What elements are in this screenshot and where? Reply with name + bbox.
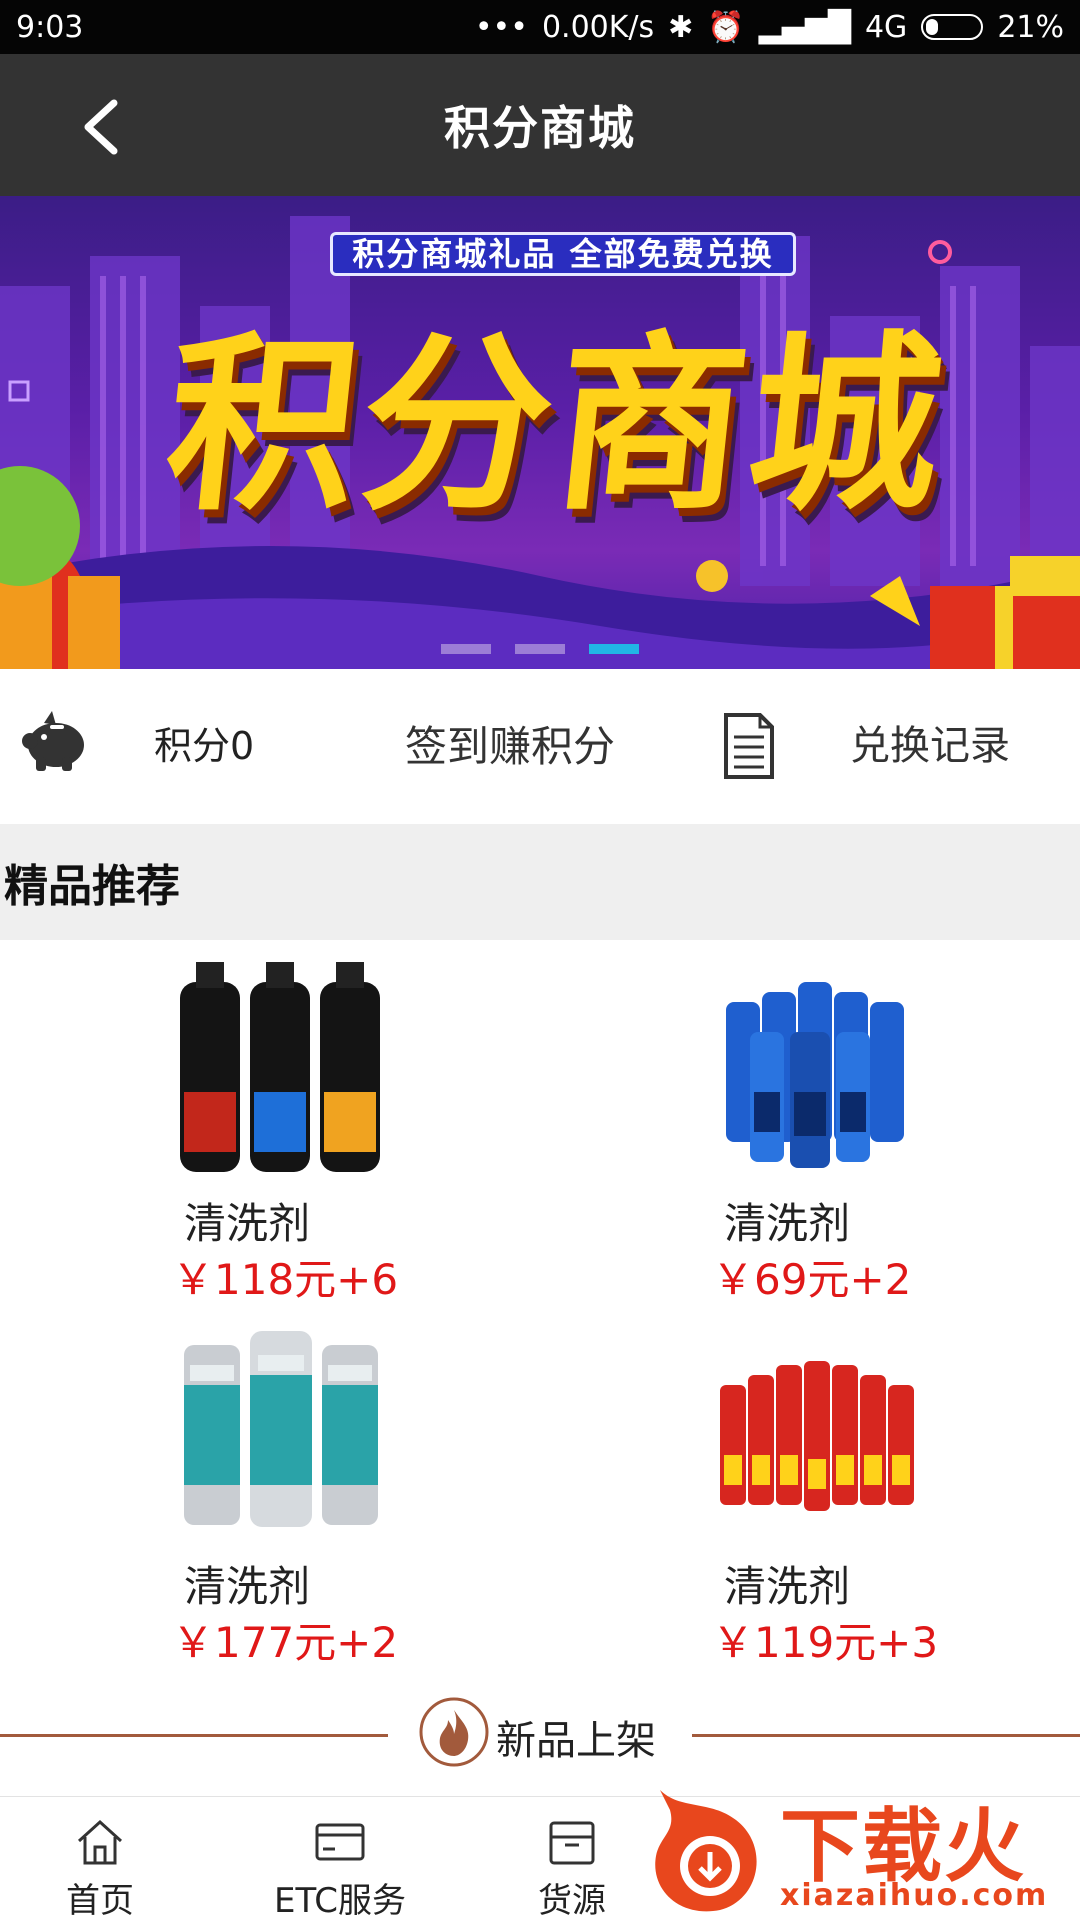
points-balance: 积分0 (154, 724, 255, 768)
alarm-icon: ⏰ (707, 9, 745, 45)
product-name: 清洗剂 (184, 1199, 311, 1248)
carousel-dot[interactable] (515, 644, 565, 654)
product-price: ￥69元+2 (712, 1255, 912, 1304)
piggy-bank-icon (22, 711, 84, 771)
new-arrivals-divider: 新品上架 (0, 1690, 1080, 1780)
product-card[interactable]: 清洗剂 ￥118元+6 (0, 962, 540, 1322)
status-icons: ••• 0.00K/s ✱ ⏰ ▂▄▆█ 4G 21% (475, 10, 1064, 45)
product-price: ￥119元+3 (712, 1618, 939, 1667)
status-time: 9:03 (16, 9, 84, 45)
tab-home[interactable]: 首页 (40, 1797, 160, 1921)
banner-subtitle: 积分商城礼品 全部免费兑换 (330, 232, 796, 276)
product-card[interactable]: 清洗剂 ￥177元+2 (0, 1325, 540, 1685)
product-image (720, 1361, 914, 1511)
back-button[interactable] (70, 92, 130, 162)
status-bar: 9:03 ••• 0.00K/s ✱ ⏰ ▂▄▆█ 4G 21% (0, 0, 1080, 54)
document-icon (724, 713, 774, 779)
tab-goods-source[interactable]: 货源 (512, 1797, 632, 1921)
carousel-dot[interactable] (441, 644, 491, 654)
new-arrivals-label: 新品上架 (496, 1718, 656, 1764)
promo-banner[interactable]: 积分商城礼品 全部免费兑换 积分商城 (0, 196, 1080, 669)
divider-line-left (0, 1734, 388, 1737)
banner-title: 积分商城 (156, 315, 956, 536)
flame-logo-icon (655, 1790, 757, 1912)
tab-label: 首页 (66, 1881, 134, 1921)
product-image (726, 982, 904, 1168)
page-title: 积分商城 (444, 101, 636, 155)
product-name: 清洗剂 (724, 1562, 851, 1611)
more-icon: ••• (474, 9, 528, 45)
points-row: 积分0 签到赚积分 兑换记录 (0, 669, 1080, 824)
tab-label: ETC服务 (274, 1881, 406, 1921)
battery-icon (921, 14, 984, 40)
card-icon (315, 1823, 365, 1861)
carousel-dot-active[interactable] (589, 644, 639, 654)
nav-bar: 积分商城 (0, 54, 1080, 196)
product-price: ￥118元+6 (172, 1255, 399, 1304)
product-name: 清洗剂 (724, 1199, 851, 1248)
divider-line-right (692, 1734, 1080, 1737)
watermark-logo: 下载火 xiazaihuo.com (640, 1780, 1080, 1920)
product-card[interactable]: 清洗剂 ￥69元+2 (540, 962, 1080, 1322)
featured-section-header: 精品推荐 (0, 824, 1080, 940)
product-image (184, 1331, 378, 1527)
product-image (180, 962, 380, 1172)
carousel-indicator (0, 644, 1080, 654)
signal-icon: ▂▄▆█ (758, 9, 851, 45)
battery-level: 21% (997, 9, 1064, 45)
box-icon (549, 1821, 595, 1865)
tab-etc-service[interactable]: ETC服务 (260, 1797, 420, 1921)
exchange-records-button[interactable]: 兑换记录 (850, 669, 1010, 824)
tab-label: 货源 (538, 1881, 606, 1921)
product-price: ￥177元+2 (172, 1618, 399, 1667)
home-icon (77, 1819, 123, 1865)
signin-earn-points-button[interactable]: 签到赚积分 (405, 669, 615, 824)
network-type: 4G (864, 9, 908, 45)
chevron-left-icon (84, 99, 118, 155)
product-name: 清洗剂 (184, 1562, 311, 1611)
product-card[interactable]: 清洗剂 ￥119元+3 (540, 1325, 1080, 1685)
section-title: 精品推荐 (4, 861, 180, 912)
network-speed: 0.00K/s (541, 9, 655, 45)
fire-icon (419, 1697, 489, 1767)
watermark-url: xiazaihuo.com (780, 1878, 1049, 1913)
bluetooth-icon: ✱ (668, 9, 694, 45)
